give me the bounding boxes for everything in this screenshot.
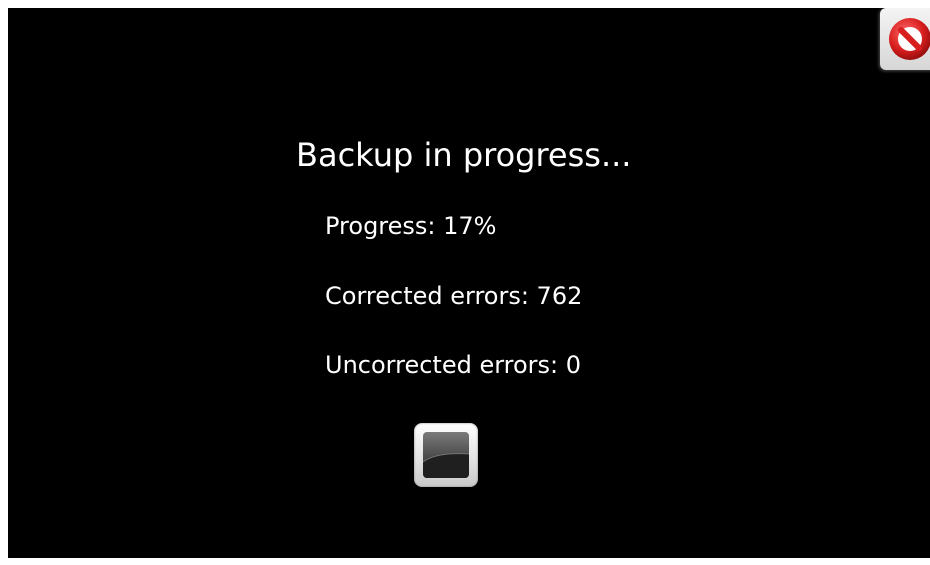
cancel-button[interactable] bbox=[880, 8, 930, 70]
page-title: Backup in progress... bbox=[296, 136, 632, 174]
no-entry-icon bbox=[889, 18, 930, 60]
stop-button[interactable] bbox=[414, 423, 478, 487]
stop-icon bbox=[423, 432, 469, 478]
corrected-errors-status: Corrected errors: 762 bbox=[325, 282, 583, 310]
backup-screen: Backup in progress... Progress: 17% Corr… bbox=[8, 8, 930, 558]
progress-status: Progress: 17% bbox=[325, 212, 497, 240]
uncorrected-errors-status: Uncorrected errors: 0 bbox=[325, 351, 582, 379]
